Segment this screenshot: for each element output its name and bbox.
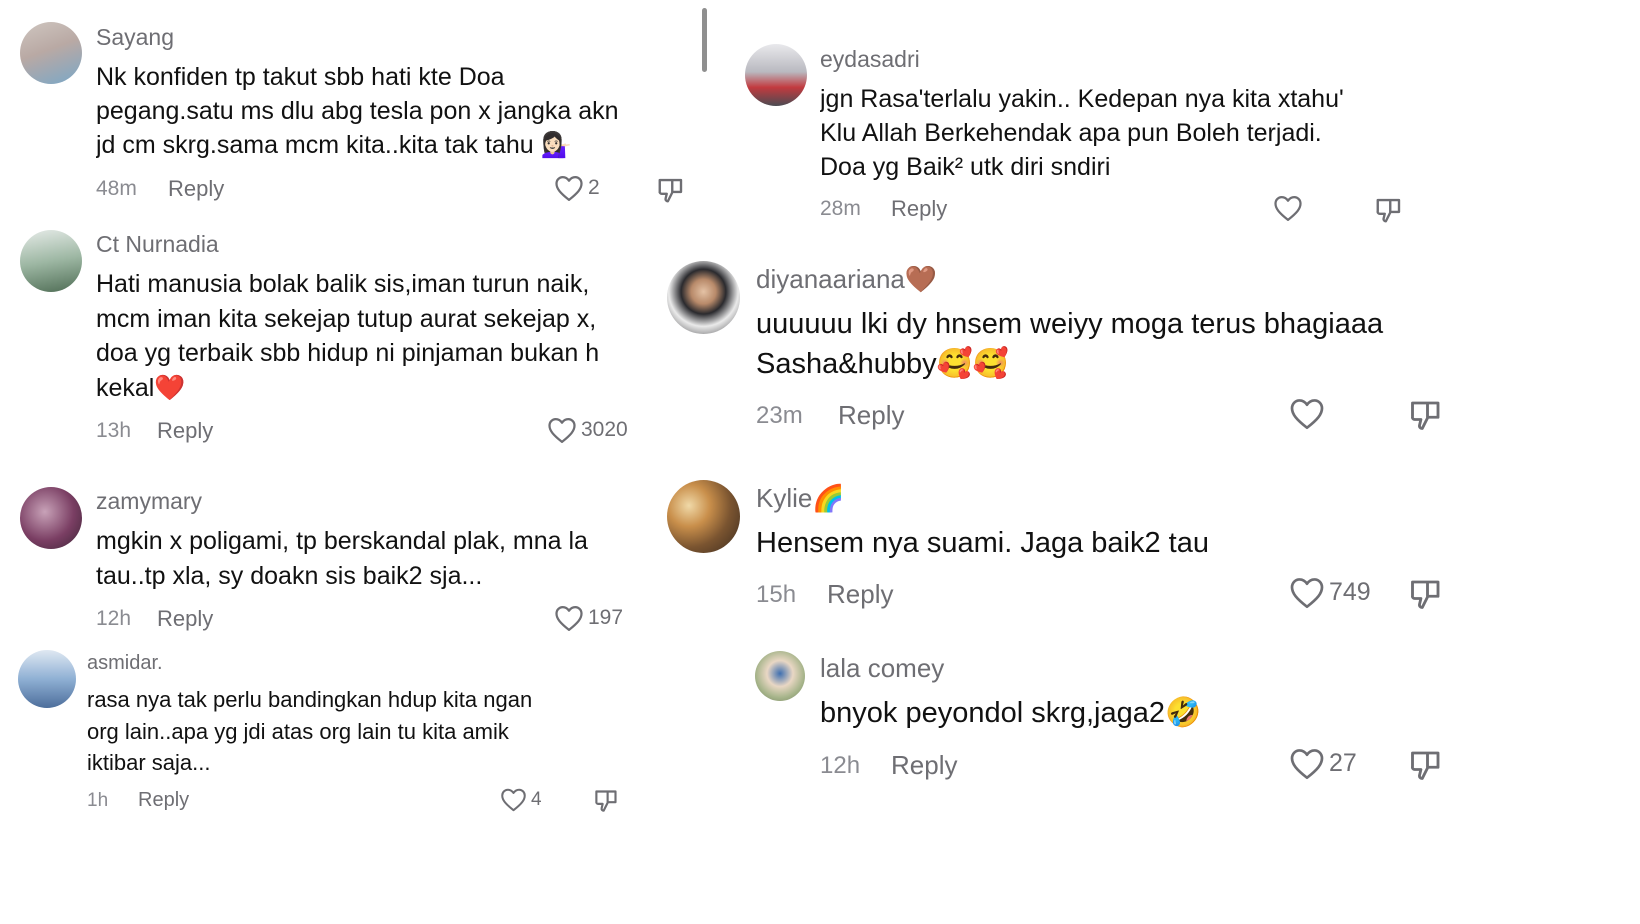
heart-outline-icon <box>1289 747 1325 780</box>
comment-username[interactable]: Kylie🌈 <box>756 483 845 514</box>
reply-button[interactable]: Reply <box>157 606 213 632</box>
comment-text: Hati manusia bolak balik sis,iman turun … <box>96 267 646 405</box>
comment-text-line: bnyok peyondol skrg,jaga2🤣 <box>820 697 1202 729</box>
thumbs-down-icon[interactable] <box>593 787 620 814</box>
like-button[interactable]: 749 <box>1289 576 1371 609</box>
heart-outline-icon <box>1289 576 1325 609</box>
comment-text-line: jgn Rasa'terlalu yakin.. Kedepan nya kit… <box>820 85 1344 113</box>
comment-username[interactable]: asmidar. <box>87 652 163 675</box>
comment-timestamp: 48m <box>96 177 137 200</box>
comment-username[interactable]: lala comey <box>820 653 944 684</box>
like-count: 2 <box>588 176 600 199</box>
thumbs-down-icon[interactable] <box>1374 195 1404 225</box>
comment-text: uuuuuu lki dy hnsem weiyy moga terus bha… <box>756 304 1496 384</box>
avatar[interactable] <box>745 44 807 106</box>
comment-text-line: kekal❤️ <box>96 373 186 402</box>
comment-text-line: Hati manusia bolak balik sis,iman turun … <box>96 270 590 298</box>
scrollbar[interactable] <box>702 8 707 72</box>
comment-text-line: tau..tp xla, sy doakn sis baik2 sja... <box>96 561 483 590</box>
comment-username[interactable]: eydasadri <box>820 46 920 73</box>
like-button[interactable]: 27 <box>1289 747 1357 780</box>
avatar[interactable] <box>667 480 740 553</box>
comment-text-line: Doa yg Baik² utk diri sndiri <box>820 153 1111 181</box>
comment-text-line: pegang.satu ms dlu abg tesla pon x jangk… <box>96 97 619 125</box>
like-count: 197 <box>588 606 624 629</box>
thumbs-down-icon[interactable] <box>1408 747 1444 783</box>
comment-timestamp: 28m <box>820 197 861 220</box>
reply-button[interactable]: Reply <box>891 196 947 222</box>
comment-username[interactable]: Ct Nurnadia <box>96 231 219 258</box>
avatar[interactable] <box>20 22 82 84</box>
heart-outline-icon <box>500 787 527 812</box>
comment-text-line: iktibar saja... <box>87 750 211 775</box>
comment-text-line: mgkin x poligami, tp berskandal plak, mn… <box>96 527 588 555</box>
comment-text-line: jd cm skrg.sama mcm kita..kita tak tahu … <box>96 131 572 159</box>
comment-text: bnyok peyondol skrg,jaga2🤣 <box>820 693 1520 733</box>
comment-text: mgkin x poligami, tp berskandal plak, mn… <box>96 524 656 593</box>
comment-timestamp: 12h <box>96 607 132 630</box>
avatar[interactable] <box>755 651 805 701</box>
like-button[interactable]: 197 <box>554 604 623 632</box>
comment-text: rasa nya tak perlu bandingkan hdup kita … <box>87 684 647 779</box>
thumbs-down-icon[interactable] <box>1408 576 1444 612</box>
like-count: 27 <box>1329 749 1357 777</box>
comment-text-line: rasa nya tak perlu bandingkan hdup kita … <box>87 687 533 712</box>
comment-text-line: Sasha&hubby🥰🥰 <box>756 348 1009 380</box>
like-count: 749 <box>1329 578 1371 606</box>
comment-timestamp: 13h <box>96 419 132 442</box>
avatar[interactable] <box>18 650 76 708</box>
comment-username[interactable]: zamymary <box>96 488 202 515</box>
reply-button[interactable]: Reply <box>157 418 213 444</box>
comment-text-line: mcm iman kita sekejap tutup aurat sekeja… <box>96 304 597 333</box>
comment-text: jgn Rasa'terlalu yakin.. Kedepan nya kit… <box>820 82 1420 184</box>
reply-button[interactable]: Reply <box>838 400 904 431</box>
comment-text-line: org lain..apa yg jdi atas org lain tu ki… <box>87 718 509 744</box>
heart-outline-icon <box>554 604 584 632</box>
avatar[interactable] <box>667 261 740 334</box>
like-button[interactable] <box>1289 397 1329 430</box>
comment-text-line: doa yg terbaik sbb hidup ni pinjaman buk… <box>96 339 600 367</box>
comment-timestamp: 15h <box>756 581 797 608</box>
like-count: 3020 <box>581 418 628 441</box>
reply-button[interactable]: Reply <box>891 750 957 781</box>
like-button[interactable]: 3020 <box>547 416 628 444</box>
comment-text: Nk konfiden tp takut sbb hati kte Doa pe… <box>96 60 686 162</box>
heart-outline-icon <box>554 174 584 202</box>
comment-timestamp: 12h <box>820 752 861 779</box>
avatar[interactable] <box>20 487 82 549</box>
avatar[interactable] <box>20 230 82 292</box>
like-button[interactable] <box>1273 194 1307 222</box>
thumbs-down-icon[interactable] <box>656 175 686 205</box>
like-count: 4 <box>531 788 542 810</box>
like-button[interactable]: 2 <box>554 174 600 202</box>
comment-text-line: Klu Allah Berkehendak apa pun Boleh terj… <box>820 119 1322 147</box>
thumbs-down-icon[interactable] <box>1408 397 1444 433</box>
heart-outline-icon <box>1273 194 1303 222</box>
comment-username[interactable]: diyanaariana🤎 <box>756 264 937 295</box>
reply-button[interactable]: Reply <box>168 176 224 202</box>
heart-outline-icon <box>1289 397 1325 430</box>
comment-timestamp: 1h <box>87 790 109 811</box>
reply-button[interactable]: Reply <box>138 789 189 812</box>
comment-username[interactable]: Sayang <box>96 24 174 51</box>
comment-text-line: uuuuuu lki dy hnsem weiyy moga terus bha… <box>756 308 1384 340</box>
heart-outline-icon <box>547 416 577 444</box>
comment-text: Hensem nya suami. Jaga baik2 tau <box>756 523 1496 563</box>
comment-text-line: Nk konfiden tp takut sbb hati kte Doa <box>96 63 505 91</box>
comment-timestamp: 23m <box>756 402 803 429</box>
reply-button[interactable]: Reply <box>827 579 893 610</box>
like-button[interactable]: 4 <box>500 787 542 812</box>
comment-text-line: Hensem nya suami. Jaga baik2 tau <box>756 527 1209 559</box>
